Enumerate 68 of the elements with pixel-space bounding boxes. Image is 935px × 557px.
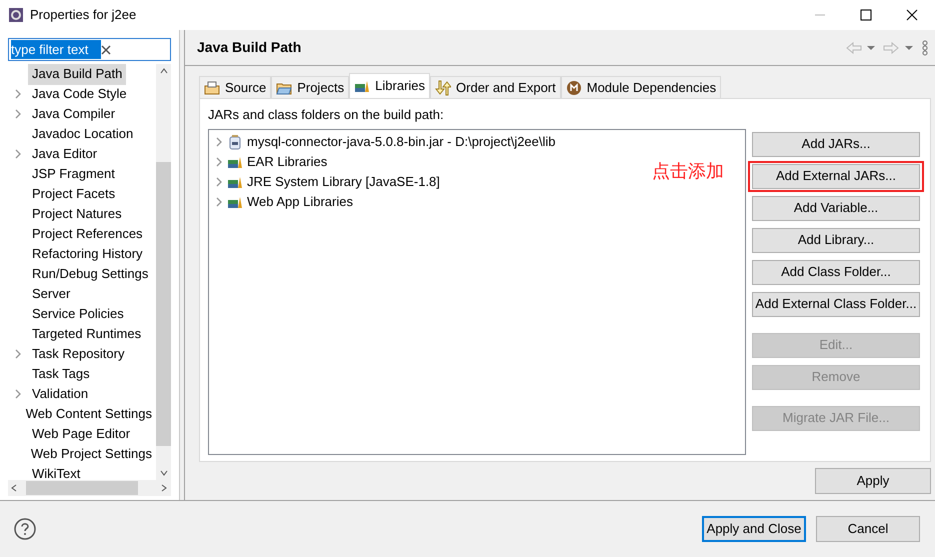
tab[interactable]: Source bbox=[199, 76, 272, 98]
sidebar-item[interactable]: Web Content Settings bbox=[22, 403, 156, 425]
apply-button[interactable]: Apply bbox=[815, 468, 931, 494]
tab[interactable]: Order and Export bbox=[430, 76, 561, 98]
sidebar-item[interactable]: Web Project Settings bbox=[26, 443, 156, 465]
close-icon[interactable] bbox=[906, 9, 918, 21]
sidebar-item[interactable]: Java Editor bbox=[28, 143, 102, 165]
action-button[interactable]: Add External JARs... bbox=[752, 164, 920, 188]
sidebar-item[interactable]: Project Facets bbox=[28, 183, 120, 205]
sidebar-item[interactable]: Refactoring History bbox=[28, 243, 147, 265]
vertical-scrollbar[interactable] bbox=[156, 64, 171, 480]
expand-icon[interactable] bbox=[14, 389, 22, 399]
more-options-icon[interactable] bbox=[921, 40, 929, 56]
package-icon bbox=[204, 80, 220, 96]
sidebar-item[interactable]: Task Tags bbox=[28, 363, 94, 385]
back-icon[interactable] bbox=[846, 40, 862, 54]
sidebar-item[interactable]: Server bbox=[28, 283, 74, 305]
app-icon bbox=[8, 7, 24, 23]
sidebar-item[interactable]: Service Policies bbox=[28, 303, 128, 325]
action-button[interactable]: Add Class Folder... bbox=[752, 260, 920, 284]
sidebar-item[interactable]: Run/Debug Settings bbox=[28, 263, 152, 285]
sidebar-item[interactable]: Validation bbox=[28, 383, 92, 405]
tree-item[interactable]: Web App Libraries bbox=[247, 192, 353, 212]
sidebar-item[interactable]: Project References bbox=[28, 223, 147, 245]
sidebar-item[interactable]: Java Code Style bbox=[28, 83, 131, 105]
expand-icon[interactable] bbox=[14, 349, 22, 359]
action-button[interactable]: Add Variable... bbox=[752, 196, 920, 220]
expand-icon[interactable] bbox=[215, 157, 223, 168]
module-icon bbox=[566, 80, 582, 96]
tab[interactable]: Module Dependencies bbox=[560, 76, 722, 98]
tree-item[interactable]: mysql-connector-java-5.0.8-bin.jar - D:\project\j2ee\lib bbox=[247, 132, 556, 152]
expand-icon[interactable] bbox=[14, 149, 22, 159]
action-button[interactable]: Add JARs... bbox=[752, 132, 920, 156]
clear-icon[interactable] bbox=[101, 44, 111, 54]
tree-item[interactable]: JRE System Library [JavaSE-1.8] bbox=[247, 172, 440, 192]
expand-icon[interactable] bbox=[14, 89, 22, 99]
forward-icon[interactable] bbox=[883, 40, 900, 54]
build-path-list[interactable]: mysql-connector-java-5.0.8-bin.jar - D:\project\j2ee\lib EAR Libraries JRE System Library [JavaSE-1.8] Web App Libraries 点击添加 bbox=[208, 128, 746, 454]
tab[interactable]: Projects bbox=[271, 76, 350, 98]
sidebar-item[interactable]: WikiText bbox=[28, 463, 84, 480]
window-title: Properties for j2ee bbox=[30, 6, 136, 24]
expand-icon[interactable] bbox=[215, 137, 223, 148]
arrows-icon bbox=[435, 80, 452, 96]
filter-field[interactable]: type filter text bbox=[8, 38, 171, 61]
jar-icon bbox=[227, 134, 243, 150]
expand-icon[interactable] bbox=[215, 177, 223, 188]
action-button[interactable]: Add Library... bbox=[752, 228, 920, 252]
expand-icon[interactable] bbox=[14, 109, 22, 119]
sidebar-item[interactable]: Java Build Path bbox=[28, 64, 126, 85]
help-icon[interactable] bbox=[14, 518, 36, 540]
dialog-button[interactable]: Cancel bbox=[816, 516, 920, 542]
maximize-icon[interactable] bbox=[860, 9, 872, 21]
horizontal-scrollbar[interactable] bbox=[8, 480, 171, 496]
action-button[interactable]: Add External Class Folder... bbox=[752, 292, 920, 316]
tree-item[interactable]: EAR Libraries bbox=[247, 152, 328, 172]
sidebar-item[interactable]: Javadoc Location bbox=[28, 123, 138, 145]
sidebar-item[interactable]: Task Repository bbox=[28, 343, 128, 365]
tab[interactable]: Libraries bbox=[349, 73, 430, 98]
sidebar-item[interactable]: Project Natures bbox=[28, 203, 126, 225]
dialog-button[interactable]: Apply and Close bbox=[702, 516, 806, 542]
build-path-label: JARs and class folders on the build path: bbox=[208, 106, 445, 124]
page-title: Java Build Path bbox=[197, 38, 302, 57]
expand-icon[interactable] bbox=[215, 197, 223, 208]
sidebar-item[interactable]: Java Compiler bbox=[28, 103, 120, 125]
sidebar-item[interactable]: Web Page Editor bbox=[28, 423, 134, 445]
annotation-text: 点击添加 bbox=[652, 160, 724, 182]
sidebar-item[interactable]: Targeted Runtimes bbox=[28, 323, 146, 345]
sidebar-item[interactable]: JSP Fragment bbox=[28, 163, 119, 185]
